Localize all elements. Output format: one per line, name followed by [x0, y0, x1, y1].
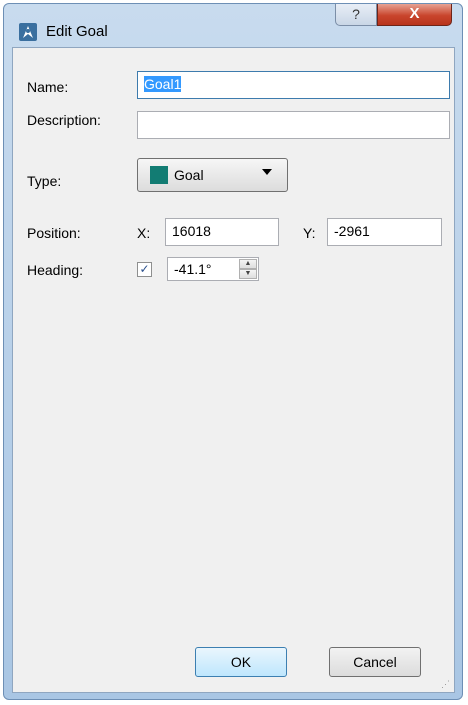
dialog-body: Name: Goal1 Description: Type: Goal Posi… — [12, 47, 455, 693]
edit-goal-window: Edit Goal ? X Name: Goal1 Description: T… — [3, 3, 463, 700]
spin-buttons: ▲ ▼ — [239, 259, 257, 279]
name-label: Name: — [27, 79, 69, 95]
help-button[interactable]: ? — [335, 4, 377, 26]
heading-value: -41.1° — [174, 261, 212, 277]
close-button[interactable]: X — [377, 4, 452, 26]
description-field[interactable] — [137, 111, 450, 139]
heading-spinbox[interactable]: -41.1° ▲ ▼ — [167, 257, 259, 281]
y-field[interactable]: -2961 — [327, 218, 442, 246]
cancel-button[interactable]: Cancel — [329, 647, 421, 677]
heading-label: Heading: — [27, 262, 84, 278]
spin-down-icon[interactable]: ▼ — [239, 269, 257, 279]
resize-grip-icon[interactable]: ⋰ — [441, 679, 451, 689]
spin-up-icon[interactable]: ▲ — [239, 259, 257, 269]
x-label: X: — [137, 225, 151, 241]
position-label: Position: — [27, 225, 81, 241]
dropdown-arrow-icon — [262, 169, 272, 175]
x-field[interactable]: 16018 — [165, 218, 279, 246]
marker-icon — [18, 22, 38, 42]
window-title: Edit Goal — [46, 23, 108, 40]
type-dropdown[interactable]: Goal — [137, 158, 288, 192]
name-value: Goal1 — [144, 76, 182, 92]
y-label: Y: — [303, 225, 316, 241]
type-label: Type: — [27, 173, 62, 189]
type-value: Goal — [174, 167, 204, 183]
ok-button[interactable]: OK — [195, 647, 287, 677]
name-field[interactable]: Goal1 — [137, 71, 450, 99]
type-color-swatch — [150, 166, 168, 184]
description-label: Description: — [27, 112, 101, 128]
heading-checkbox[interactable]: ✓ — [137, 262, 152, 277]
